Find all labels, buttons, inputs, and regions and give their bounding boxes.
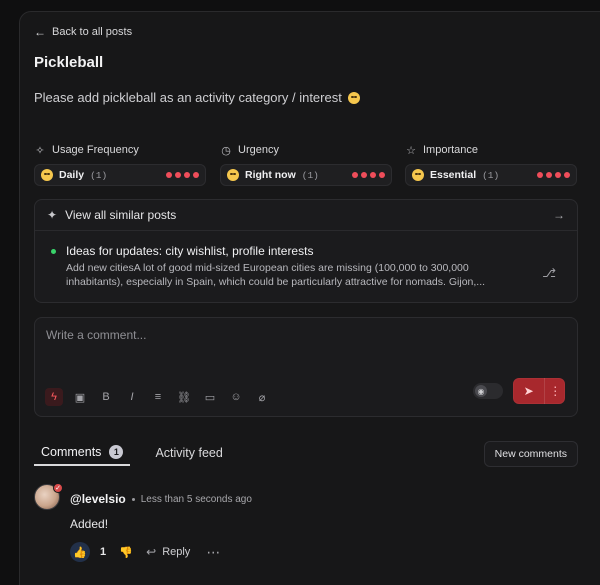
post-description: Please add pickleball as an activity cat… [34, 90, 360, 105]
merge-icon[interactable]: ⎇ [542, 266, 556, 280]
similar-post-excerpt: Add new citiesA lot of good mid-sized Eu… [66, 262, 486, 288]
bold-icon[interactable]: B [97, 388, 115, 406]
comment-meta: @levelsio Less than 5 seconds ago [70, 492, 252, 506]
view-all-similar-posts-button[interactable]: ✦ View all similar posts → [35, 200, 577, 231]
level-dot [352, 172, 358, 178]
level-dot [166, 172, 172, 178]
similar-post-item[interactable]: Ideas for updates: city wishlist, profil… [47, 244, 562, 289]
metric-value: Daily [59, 169, 85, 181]
sparkles-icon: ✦ [47, 208, 58, 222]
post-description-text: Please add pickleball as an activity cat… [34, 90, 342, 105]
level-dot [537, 172, 543, 178]
metric-urgency: ◷ Urgency Right now (1) [220, 144, 392, 186]
status-dot-icon [51, 248, 56, 254]
level-dot [379, 172, 385, 178]
metric-label-row: ◷ Urgency [220, 144, 392, 157]
similar-post-title: Ideas for updates: city wishlist, profil… [66, 244, 314, 258]
smile-emoji-icon [41, 169, 53, 181]
metric-label-row: ✧ Usage Frequency [34, 144, 206, 157]
list-icon[interactable]: ≡ [149, 388, 167, 406]
level-dot [546, 172, 552, 178]
thumbs-up-icon[interactable]: 👍 [70, 542, 90, 562]
more-options-icon[interactable]: ⋯ [206, 544, 220, 561]
metric-importance: ☆ Importance Essential (1) [405, 144, 577, 186]
send-button[interactable]: ➤ [513, 378, 544, 404]
separator-dot [131, 497, 135, 501]
level-dot [175, 172, 181, 178]
comment-composer[interactable]: Write a comment... ϟ ▣ B I ≡ ⛓ ▭ ☺ ⌀ ◉ ➤… [34, 317, 578, 417]
metric-label: Urgency [238, 144, 279, 156]
metric-pill[interactable]: Daily (1) [34, 164, 206, 186]
level-dot [184, 172, 190, 178]
metric-usage-frequency: ✧ Usage Frequency Daily (1) [34, 144, 206, 186]
comment-username[interactable]: @levelsio [70, 492, 126, 506]
sparkle-icon: ✧ [35, 144, 45, 157]
eye-icon: ◉ [475, 385, 487, 397]
level-dots [352, 172, 385, 178]
similar-post-head: Ideas for updates: city wishlist, profil… [47, 244, 562, 258]
reply-icon: ↩ [146, 545, 157, 559]
send-options-button[interactable]: ⋮ [544, 378, 565, 404]
composer-toolbar: ϟ ▣ B I ≡ ⛓ ▭ ☺ ⌀ [45, 388, 271, 406]
reply-button[interactable]: ↩ Reply [146, 545, 190, 559]
level-dots [537, 172, 570, 178]
link-icon[interactable]: ⛓ [175, 388, 193, 406]
back-link-label: Back to all posts [52, 26, 133, 38]
more-vertical-icon: ⋮ [549, 384, 562, 398]
metric-value: Right now [245, 169, 296, 181]
metric-count: (1) [301, 169, 319, 181]
metric-label: Importance [423, 144, 479, 156]
video-icon[interactable]: ▭ [201, 388, 219, 406]
metric-pill[interactable]: Right now (1) [220, 164, 392, 186]
send-button-group: ➤ ⋮ [513, 378, 565, 404]
metric-label: Usage Frequency [52, 144, 139, 156]
smile-emoji-icon [412, 169, 424, 181]
new-comments-button[interactable]: New comments [483, 441, 578, 467]
lightning-icon[interactable]: ϟ [45, 388, 63, 406]
composer-actions: ◉ ➤ ⋮ [473, 378, 565, 404]
page: ← Back to all posts Pickleball Please ad… [0, 0, 600, 585]
thumbs-down-icon[interactable]: 👎 [116, 542, 136, 562]
similar-header-label: View all similar posts [65, 208, 177, 222]
back-to-all-posts-link[interactable]: ← Back to all posts [34, 26, 132, 38]
level-dot [564, 172, 570, 178]
italic-icon[interactable]: I [123, 388, 141, 406]
smile-emoji-icon [347, 91, 360, 104]
arrow-left-icon: ← [34, 25, 46, 39]
smile-emoji-icon [227, 169, 239, 181]
attachment-icon[interactable]: ⌀ [253, 388, 271, 406]
metric-label-row: ☆ Importance [405, 144, 577, 157]
metric-pill[interactable]: Essential (1) [405, 164, 577, 186]
level-dot [555, 172, 561, 178]
send-icon: ➤ [523, 384, 534, 398]
star-icon: ☆ [406, 144, 416, 157]
metric-count: (1) [482, 169, 500, 181]
comment-text: Added! [70, 517, 109, 531]
similar-posts-panel: ✦ View all similar posts → Ideas for upd… [34, 199, 578, 303]
tab-comments[interactable]: Comments 1 [34, 440, 131, 466]
tab-label: Activity feed [155, 446, 223, 460]
level-dot [370, 172, 376, 178]
comment-item: ✓ @levelsio Less than 5 seconds ago Adde… [34, 483, 578, 574]
level-dots [166, 172, 199, 178]
image-icon[interactable]: ▣ [71, 388, 89, 406]
comment-input-placeholder[interactable]: Write a comment... [46, 328, 146, 342]
metric-value: Essential [430, 169, 477, 181]
clock-icon: ◷ [221, 144, 231, 157]
level-dot [361, 172, 367, 178]
tab-label: Comments [41, 445, 102, 459]
comment-actions: 👍 1 👎 ↩ Reply ⋯ [70, 542, 220, 562]
verified-badge-icon: ✓ [53, 483, 63, 493]
arrow-right-icon: → [553, 208, 565, 222]
metric-count: (1) [90, 169, 108, 181]
reply-label: Reply [162, 546, 191, 558]
visibility-toggle[interactable]: ◉ [473, 383, 503, 399]
post-title: Pickleball [34, 54, 104, 71]
level-dot [193, 172, 199, 178]
comment-timestamp: Less than 5 seconds ago [140, 493, 252, 505]
tab-activity-feed[interactable]: Activity feed [148, 440, 229, 466]
comments-count-badge: 1 [109, 445, 124, 459]
like-count: 1 [100, 546, 107, 558]
emoji-icon[interactable]: ☺ [227, 388, 245, 406]
